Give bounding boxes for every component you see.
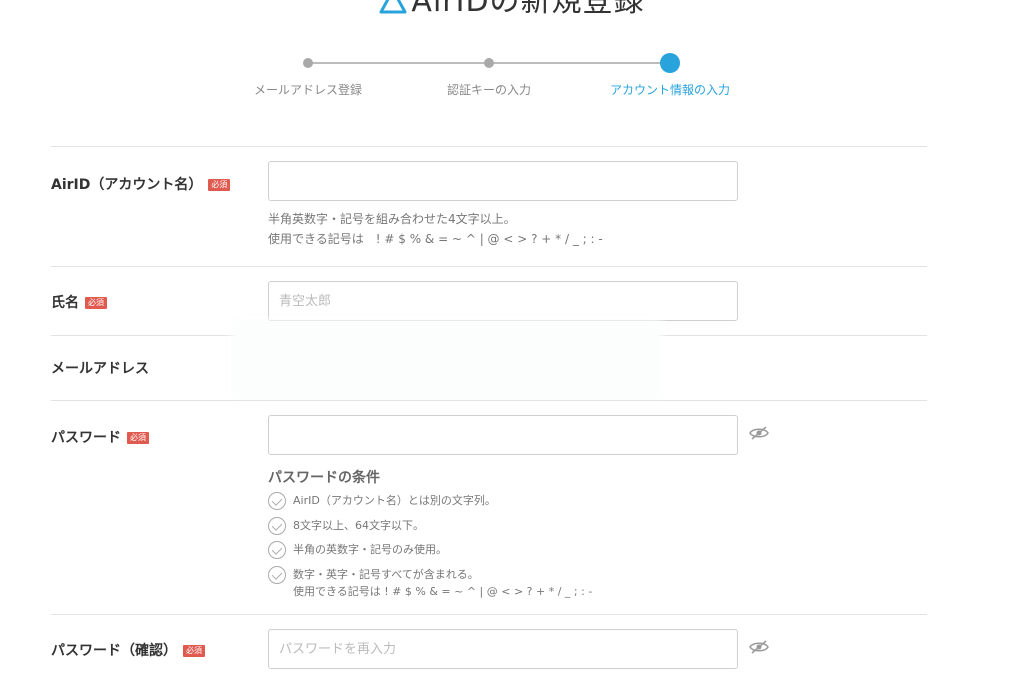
step-label-2: 認証キーの入力 (446, 83, 532, 97)
step-dot-3 (660, 53, 680, 73)
password-condition-item: 8文字以上、64文字以下。 (268, 517, 424, 535)
password-condition-item: AirID（アカウント名）とは別の文字列。 (268, 492, 496, 510)
progress-stepper: メールアドレス登録 認証キーの入力 アカウント情報の入力 (0, 53, 1024, 104)
divider (51, 146, 927, 147)
condition-text: AirID（アカウント名）とは別の文字列。 (293, 494, 496, 507)
page-title: AirIDの新規登録 (0, 0, 1024, 20)
required-badge: 必須 (127, 432, 149, 444)
required-badge: 必須 (85, 297, 107, 309)
name-input[interactable] (268, 281, 738, 321)
password-confirm-input[interactable] (268, 629, 738, 669)
step-dot-1 (303, 58, 313, 68)
eye-slash-icon[interactable] (749, 640, 769, 654)
airid-hint-line2: 使用できる記号は ! # $ % & = ~ ^ | @ < > ? + * /… (268, 232, 603, 246)
airid-logo-icon (379, 0, 407, 14)
condition-text: 数字・英字・記号すべてが含まれる。 (293, 568, 479, 581)
condition-note: 使用できる記号は ! # $ % & = ~ ^ | @ < > ? + * /… (293, 585, 593, 598)
password-conditions-title: パスワードの条件 (268, 470, 380, 486)
page-title-text: AirIDの新規登録 (411, 0, 645, 19)
email-label: メールアドレス (51, 361, 149, 377)
password-label-text: パスワード (51, 430, 121, 446)
step-label-1: メールアドレス登録 (253, 83, 363, 97)
condition-text: 半角の英数字・記号のみ使用。 (293, 543, 447, 556)
divider (51, 614, 927, 615)
divider (51, 400, 927, 401)
email-value-redacted (232, 320, 662, 400)
step-dot-2 (484, 58, 494, 68)
condition-text: 8文字以上、64文字以下。 (293, 519, 424, 532)
password-confirm-label: パスワード（確認） 必須 (51, 640, 205, 660)
check-circle-icon (268, 566, 286, 584)
password-confirm-label-text: パスワード（確認） (51, 643, 177, 659)
step-label-3: アカウント情報の入力 (609, 83, 731, 97)
password-condition-item: 半角の英数字・記号のみ使用。 (268, 541, 447, 559)
check-circle-icon (268, 517, 286, 535)
airid-label-text: AirID（アカウント名） (51, 177, 203, 193)
check-circle-icon (268, 541, 286, 559)
required-badge: 必須 (183, 645, 205, 657)
password-label: パスワード 必須 (51, 427, 149, 447)
check-circle-icon (268, 492, 286, 510)
required-badge: 必須 (208, 179, 231, 191)
password-input[interactable] (268, 415, 738, 455)
airid-input[interactable] (268, 161, 738, 201)
divider (51, 266, 927, 267)
name-label-text: 氏名 (51, 295, 79, 311)
airid-hint-line1: 半角英数字・記号を組み合わせた4文字以上。 (268, 212, 516, 226)
eye-slash-icon[interactable] (749, 426, 769, 440)
password-condition-item: 数字・英字・記号すべてが含まれる。使用できる記号は ! # $ % & = ~ … (268, 566, 592, 600)
airid-label: AirID（アカウント名） 必須 (51, 174, 231, 194)
name-label: 氏名 必須 (51, 292, 107, 312)
